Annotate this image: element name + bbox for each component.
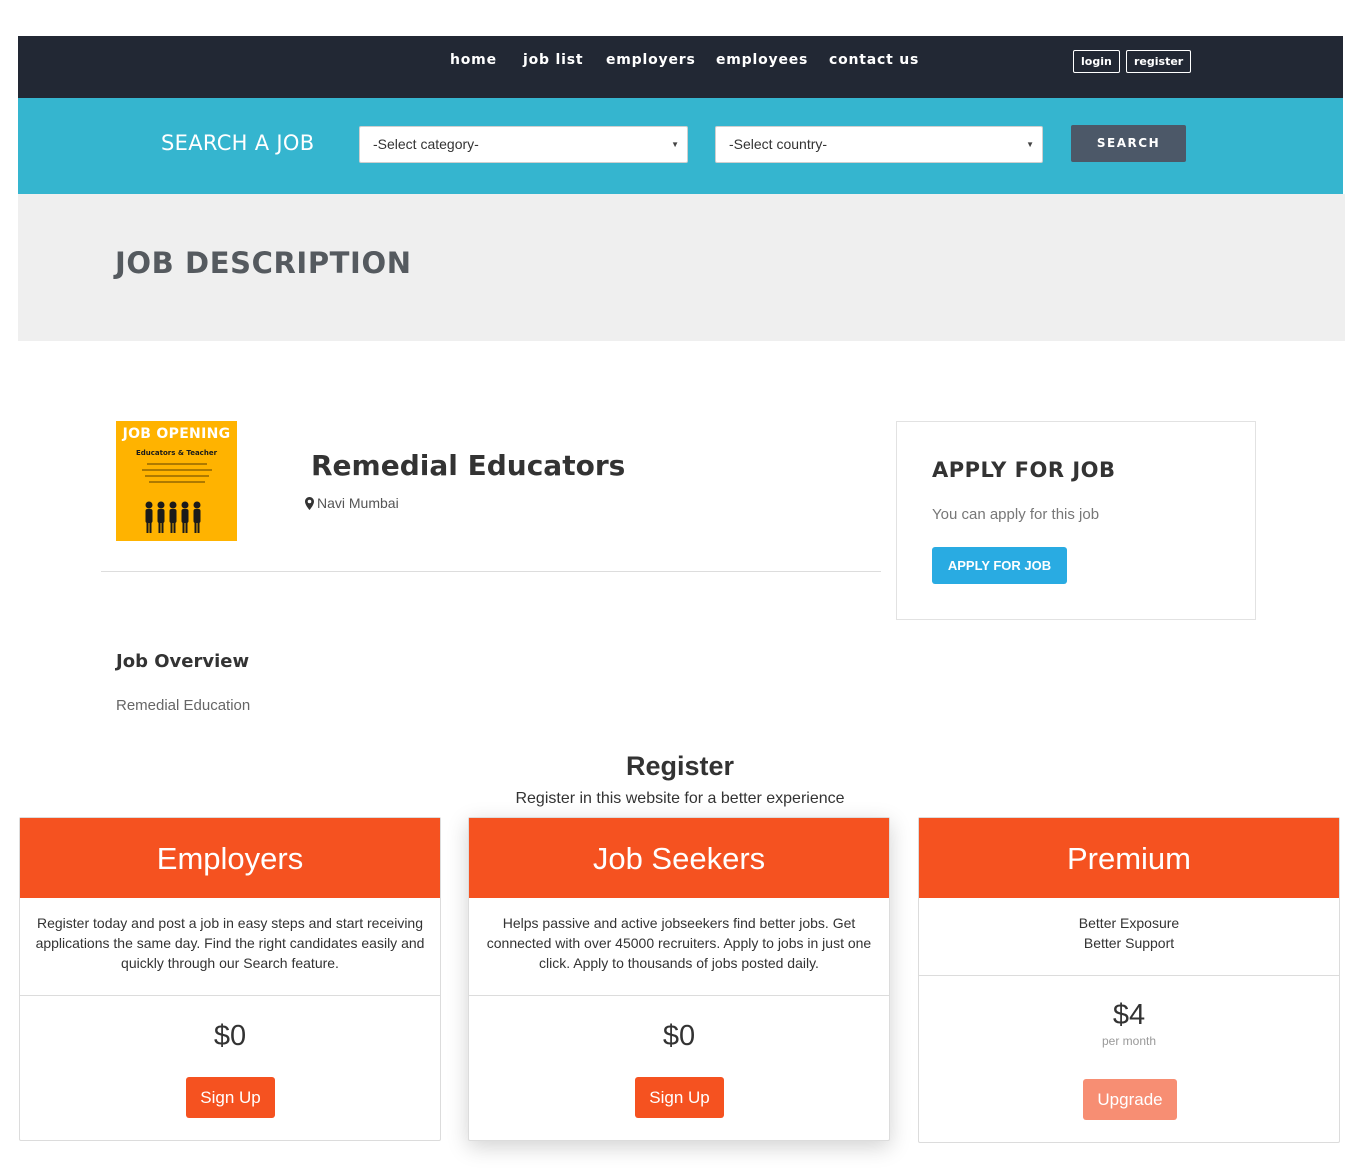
job-overview-text: Remedial Education [116,697,251,714]
search-button[interactable]: SEARCH [1071,125,1186,162]
country-select-value: -Select country- [729,136,828,152]
apply-text: You can apply for this job [932,506,1100,523]
country-select[interactable]: -Select country- ▼ [715,126,1043,163]
plan-description: Better Exposure Better Support [919,898,1339,976]
nav-employers-link[interactable]: employers [606,52,696,68]
job-location: Navi Mumbai [305,495,399,511]
job-title: Remedial Educators [311,449,626,482]
job-seekers-sign-up-button[interactable]: Sign Up [635,1077,724,1118]
people-icon [145,501,201,533]
nav-home-link[interactable]: home [450,52,497,68]
plan-feature: Better Support [1083,935,1175,951]
chevron-down-icon: ▼ [671,140,679,149]
plan-card-job-seekers: Job Seekers Helps passive and active job… [468,817,890,1141]
nav-job-list-link[interactable]: job list [523,52,583,68]
plan-price: $0 [213,1020,247,1052]
search-title: SEARCH A JOB [161,131,315,155]
register-heading: Register [625,751,735,781]
plan-name: Employers [20,818,440,898]
category-select[interactable]: -Select category- ▼ [359,126,688,163]
plan-card-employers: Employers Register today and post a job … [19,817,441,1141]
logo-text-lines [136,459,217,483]
plan-price: $0 [662,1020,696,1052]
login-button[interactable]: login [1073,50,1120,73]
category-select-value: -Select category- [373,136,479,152]
apply-panel: APPLY FOR JOB You can apply for this job… [896,421,1256,620]
page-title: JOB DESCRIPTION [115,246,412,280]
plan-billing-period: per month [1101,1034,1157,1048]
job-location-text: Navi Mumbai [317,495,399,511]
job-logo-image: JOB OPENING Educators & Teacher [116,421,237,541]
page-title-band: JOB DESCRIPTION [18,194,1345,341]
logo-subtitle: Educators & Teacher [135,449,218,457]
apply-title: APPLY FOR JOB [932,458,1116,482]
chevron-down-icon: ▼ [1026,140,1034,149]
page: home job list employers employees contac… [0,0,1366,1174]
plan-description: Helps passive and active jobseekers find… [469,898,889,996]
job-overview-heading: Job Overview [116,651,250,672]
plan-price: $4 [1112,999,1146,1031]
top-navbar: home job list employers employees contac… [18,36,1343,98]
apply-for-job-button[interactable]: APPLY FOR JOB [932,547,1067,584]
plan-card-premium: Premium Better Exposure Better Support $… [918,817,1340,1143]
employers-sign-up-button[interactable]: Sign Up [186,1077,275,1118]
plan-feature: Better Exposure [1078,915,1180,931]
map-marker-icon [305,497,314,510]
plan-name: Job Seekers [469,818,889,898]
plan-description: Register today and post a job in easy st… [20,898,440,996]
logo-title: JOB OPENING [122,426,231,442]
search-bar: SEARCH A JOB -Select category- ▼ -Select… [18,98,1343,194]
divider [101,571,881,572]
plan-name: Premium [919,818,1339,898]
register-button[interactable]: register [1126,50,1192,73]
nav-contact-us-link[interactable]: contact us [829,52,919,68]
register-subtitle: Register in this website for a better ex… [515,790,845,807]
nav-employees-link[interactable]: employees [716,52,808,68]
premium-upgrade-button[interactable]: Upgrade [1083,1079,1177,1120]
